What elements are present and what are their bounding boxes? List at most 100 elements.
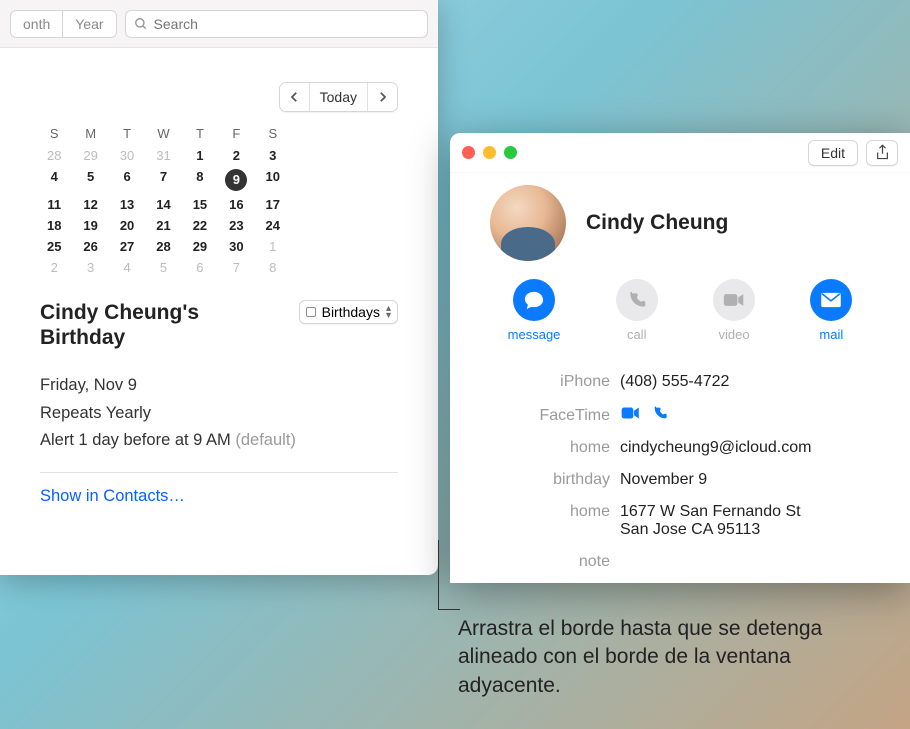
date-nav-segmented: Today xyxy=(279,82,398,112)
calendar-day[interactable]: 11 xyxy=(36,194,72,215)
callout-text: Arrastra el borde hasta que se detenga a… xyxy=(458,615,888,700)
facetime-video-icon[interactable] xyxy=(620,406,642,420)
calendar-day[interactable]: 3 xyxy=(255,145,291,166)
message-action[interactable]: message xyxy=(508,279,561,342)
calendar-day[interactable]: 24 xyxy=(255,215,291,236)
calendar-day[interactable]: 1 xyxy=(182,145,218,166)
prev-button[interactable] xyxy=(280,83,309,111)
calendar-selector[interactable]: Birthdays ▴▾ xyxy=(299,300,398,324)
calendar-day[interactable]: 16 xyxy=(218,194,254,215)
calendar-day[interactable]: 29 xyxy=(182,236,218,257)
calendar-color-swatch xyxy=(306,307,316,317)
show-in-contacts-link[interactable]: Show in Contacts… xyxy=(40,487,185,505)
chevron-left-icon xyxy=(290,91,299,103)
calendar-day[interactable]: 7 xyxy=(145,166,181,194)
calendar-day[interactable]: 25 xyxy=(36,236,72,257)
note-row[interactable]: note xyxy=(470,546,890,578)
address-row[interactable]: home 1677 W San Fernando St San Jose CA … xyxy=(470,496,890,546)
calendar-day[interactable]: 6 xyxy=(182,257,218,278)
calendar-day[interactable]: 2 xyxy=(218,145,254,166)
event-details: Friday, Nov 9 Repeats Yearly Alert 1 day… xyxy=(40,372,398,454)
calendar-day[interactable]: 7 xyxy=(218,257,254,278)
call-action[interactable]: call xyxy=(616,279,658,342)
mail-label: mail xyxy=(819,327,843,342)
calendar-day[interactable]: 20 xyxy=(109,215,145,236)
birthday-row: birthday November 9 xyxy=(470,464,890,496)
search-input[interactable] xyxy=(154,16,419,32)
video-action[interactable]: video xyxy=(713,279,755,342)
email-label: home xyxy=(470,439,610,457)
day-of-week-header: S xyxy=(36,122,72,145)
address-value: 1677 W San Fernando St San Jose CA 95113 xyxy=(620,503,890,539)
calendar-day[interactable]: 23 xyxy=(218,215,254,236)
calendar-day[interactable]: 26 xyxy=(72,236,108,257)
phone-value: (408) 555-4722 xyxy=(620,373,890,391)
chevron-updown-icon: ▴▾ xyxy=(386,305,391,319)
calendar-day[interactable]: 10 xyxy=(255,166,291,194)
avatar[interactable] xyxy=(490,185,566,261)
calendar-day[interactable]: 14 xyxy=(145,194,181,215)
birthday-label: birthday xyxy=(470,471,610,489)
contacts-window: Edit Cindy Cheung message call video mai… xyxy=(450,133,910,583)
day-of-week-header: T xyxy=(182,122,218,145)
share-button[interactable] xyxy=(866,140,898,166)
email-row[interactable]: home cindycheung9@icloud.com xyxy=(470,432,890,464)
search-field[interactable] xyxy=(125,10,428,38)
calendar-day[interactable]: 29 xyxy=(72,145,108,166)
calendar-selector-label: Birthdays xyxy=(322,304,380,320)
calendar-day[interactable]: 21 xyxy=(145,215,181,236)
calendar-day[interactable]: 5 xyxy=(145,257,181,278)
calendar-day[interactable]: 28 xyxy=(145,236,181,257)
calendar-day[interactable]: 22 xyxy=(182,215,218,236)
month-view-button[interactable]: onth xyxy=(10,10,62,38)
phone-row[interactable]: iPhone (408) 555-4722 xyxy=(470,366,890,398)
calendar-day[interactable]: 31 xyxy=(145,145,181,166)
event-repeat: Repeats Yearly xyxy=(40,400,398,427)
calendar-day[interactable]: 15 xyxy=(182,194,218,215)
next-button[interactable] xyxy=(367,83,397,111)
calendar-day[interactable]: 12 xyxy=(72,194,108,215)
calendar-day[interactable]: 19 xyxy=(72,215,108,236)
day-of-week-header: T xyxy=(109,122,145,145)
today-button[interactable]: Today xyxy=(309,83,367,111)
calendar-day[interactable]: 30 xyxy=(109,145,145,166)
day-of-week-header: S xyxy=(255,122,291,145)
calendar-day[interactable]: 3 xyxy=(72,257,108,278)
calendar-day[interactable]: 8 xyxy=(182,166,218,194)
chevron-right-icon xyxy=(378,91,387,103)
view-segmented-control: onth Year xyxy=(10,10,117,38)
minimize-button[interactable] xyxy=(483,146,496,159)
divider xyxy=(40,472,398,473)
calendar-day[interactable]: 27 xyxy=(109,236,145,257)
phone-label: iPhone xyxy=(470,373,610,391)
calendar-day[interactable]: 1 xyxy=(255,236,291,257)
calendar-day[interactable]: 18 xyxy=(36,215,72,236)
calendar-day[interactable]: 17 xyxy=(255,194,291,215)
close-button[interactable] xyxy=(462,146,475,159)
facetime-row[interactable]: FaceTime xyxy=(470,398,890,432)
calendar-day[interactable]: 13 xyxy=(109,194,145,215)
calendar-day[interactable]: 8 xyxy=(255,257,291,278)
calendar-window: onth Year Today SMTWTFS28293031123456789… xyxy=(0,0,438,575)
address-label: home xyxy=(470,503,610,521)
calendar-day[interactable]: 4 xyxy=(109,257,145,278)
calendar-day[interactable]: 9 xyxy=(218,166,254,194)
calendar-toolbar: onth Year xyxy=(0,0,438,48)
message-icon xyxy=(523,290,545,310)
birthday-value: November 9 xyxy=(620,471,890,489)
calendar-day[interactable]: 5 xyxy=(72,166,108,194)
zoom-button[interactable] xyxy=(504,146,517,159)
calendar-day[interactable]: 4 xyxy=(36,166,72,194)
calendar-day[interactable]: 30 xyxy=(218,236,254,257)
mail-action[interactable]: mail xyxy=(810,279,852,342)
facetime-audio-icon[interactable] xyxy=(652,405,668,421)
share-icon xyxy=(875,144,890,161)
window-controls xyxy=(462,146,517,159)
edit-button[interactable]: Edit xyxy=(808,140,858,166)
year-view-button[interactable]: Year xyxy=(62,10,116,38)
calendar-day[interactable]: 28 xyxy=(36,145,72,166)
calendar-day[interactable]: 6 xyxy=(109,166,145,194)
calendar-day[interactable]: 2 xyxy=(36,257,72,278)
day-of-week-header: W xyxy=(145,122,181,145)
mail-icon xyxy=(820,292,842,308)
